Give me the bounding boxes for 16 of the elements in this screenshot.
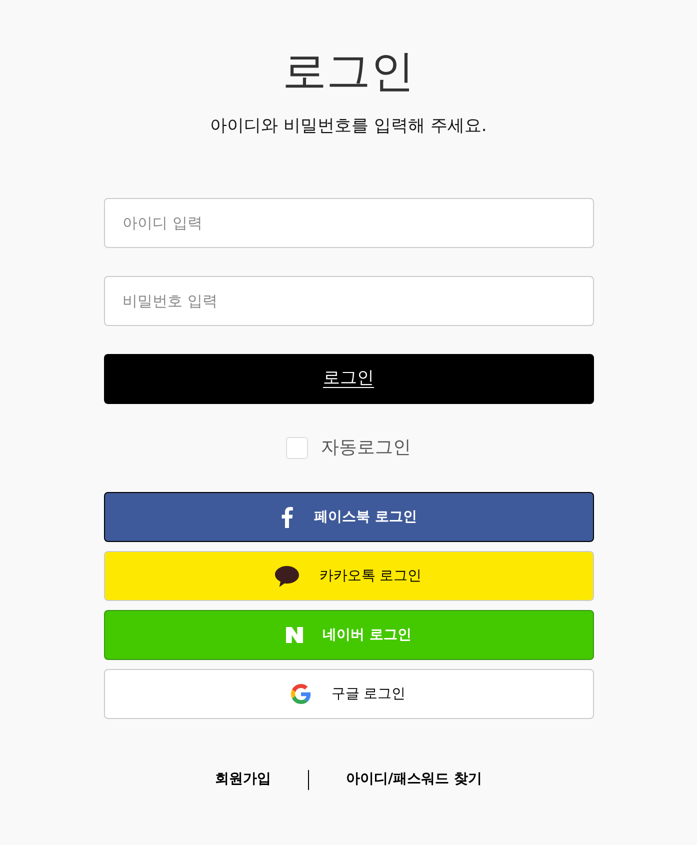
auto-login-checkbox[interactable] — [286, 437, 308, 459]
google-login-button[interactable]: 구글 로그인 — [104, 669, 594, 719]
page-title: 로그인 — [282, 45, 414, 99]
page-subtitle: 아이디와 비밀번호를 입력해 주세요. — [210, 115, 487, 138]
login-button[interactable]: 로그인 — [104, 354, 594, 404]
auto-login-label[interactable]: 자동로그인 — [321, 436, 411, 460]
find-account-link[interactable]: 아이디/패스워드 찾기 — [346, 769, 482, 790]
id-field[interactable]: 아이디 입력 — [104, 198, 594, 248]
g-logo-icon — [291, 684, 312, 704]
n-logo-icon — [286, 627, 303, 643]
speech-bubble-icon — [275, 566, 300, 586]
facebook-login-button[interactable]: 페이스북 로그인 — [104, 492, 594, 542]
password-field[interactable]: 비밀번호 입력 — [104, 276, 594, 326]
f-logo-icon — [280, 506, 294, 528]
kakao-login-button[interactable]: 카카오톡 로그인 — [104, 551, 594, 601]
sign-up-link[interactable]: 회원가입 — [215, 769, 271, 790]
